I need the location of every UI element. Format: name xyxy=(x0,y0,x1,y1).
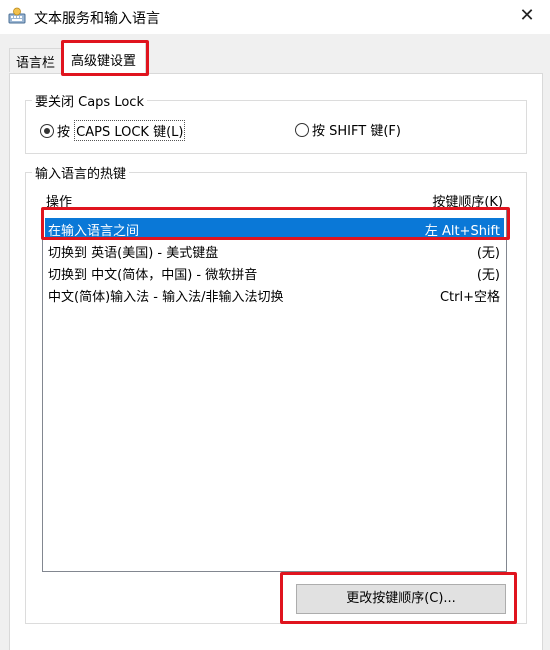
hotkey-action: 切换到 英语(美国) - 美式键盘 xyxy=(48,245,219,261)
close-icon: ✕ xyxy=(519,5,535,26)
hotkey-list[interactable]: 在输入语言之间 左 Alt+Shift 切换到 英语(美国) - 美式键盘 (无… xyxy=(42,209,507,572)
hotkey-sequence: Ctrl+空格 xyxy=(439,289,500,305)
radio-label: 按 SHIFT 键(F) xyxy=(312,124,401,139)
caps-lock-group-title: 要关闭 Caps Lock xyxy=(32,91,147,110)
close-button[interactable]: ✕ xyxy=(504,0,550,34)
radio-unchecked-icon[interactable] xyxy=(295,122,309,137)
window-title: 文本服务和输入语言 xyxy=(34,11,160,27)
radio-checked-icon[interactable] xyxy=(40,123,54,138)
tab-language-bar[interactable]: 语言栏 xyxy=(9,48,62,72)
radio-shift-key[interactable]: 按 SHIFT 键(F) xyxy=(295,120,401,139)
hotkey-action: 切换到 中文(简体，中国) - 微软拼音 xyxy=(48,267,258,283)
list-item[interactable]: 切换到 中文(简体，中国) - 微软拼音 (无) xyxy=(45,262,504,284)
title-bar: 文本服务和输入语言 ✕ xyxy=(0,0,550,34)
list-item[interactable]: 在输入语言之间 左 Alt+Shift xyxy=(45,218,504,240)
list-item[interactable]: 中文(简体)输入法 - 输入法/非输入法切换 Ctrl+空格 xyxy=(45,284,504,306)
tab-label: 语言栏 xyxy=(16,56,56,71)
hotkeys-group-title: 输入语言的热键 xyxy=(32,163,130,182)
keyboard-globe-icon xyxy=(8,7,26,24)
hotkey-sequence: 左 Alt+Shift xyxy=(424,223,500,239)
hotkey-sequence: (无) xyxy=(476,245,500,261)
hotkey-action: 中文(简体)输入法 - 输入法/非输入法切换 xyxy=(48,289,284,305)
hotkey-action: 在输入语言之间 xyxy=(48,223,140,239)
list-item[interactable]: 切换到 英语(美国) - 美式键盘 (无) xyxy=(45,240,504,262)
tab-label: 高级键设置 xyxy=(71,54,137,69)
change-key-sequence-button[interactable]: 更改按键顺序(C)... xyxy=(296,584,506,614)
tab-advanced-key-settings[interactable]: 高级键设置 xyxy=(63,42,146,74)
column-header-action: 操作 xyxy=(46,195,73,210)
column-header-key-sequence: 按键顺序(K) xyxy=(432,195,503,210)
radio-label: CAPS LOCK 键(L) xyxy=(74,120,186,141)
radio-prefix: 按 xyxy=(57,125,75,140)
hotkey-sequence: (无) xyxy=(476,267,500,283)
radio-caps-lock-key[interactable]: 按 CAPS LOCK 键(L) xyxy=(40,120,186,141)
